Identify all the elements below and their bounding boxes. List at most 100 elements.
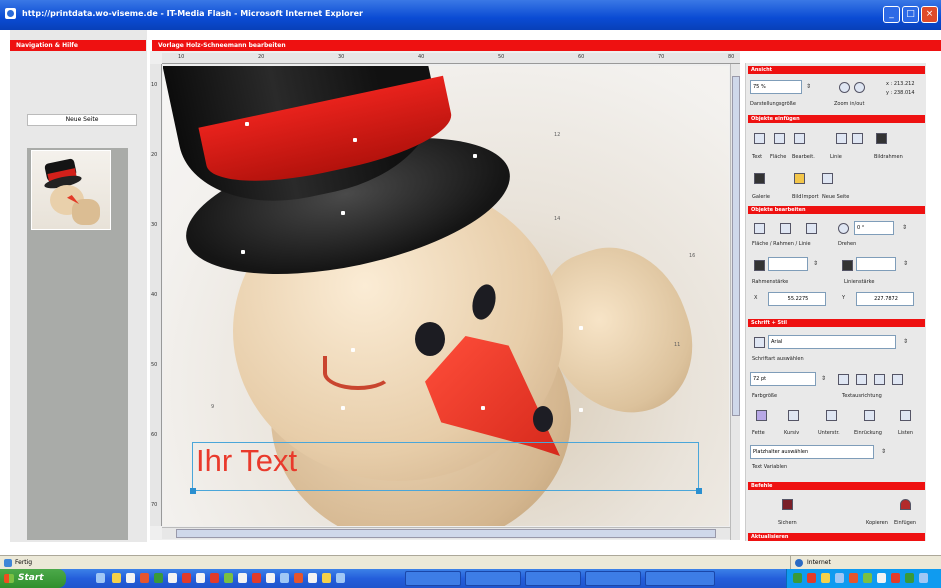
- font-select-arrow[interactable]: ⇕: [902, 335, 909, 349]
- quicklaunch-icon[interactable]: [266, 573, 275, 583]
- new-page-button[interactable]: Neue Seite: [27, 114, 137, 126]
- quicklaunch-icon[interactable]: [252, 573, 261, 583]
- taskbar-task[interactable]: [645, 571, 715, 586]
- tray-icon[interactable]: [919, 573, 928, 583]
- fill-color-icon[interactable]: [754, 223, 765, 234]
- y-position-input[interactable]: 227.7872: [856, 292, 914, 306]
- image-import-icon[interactable]: [794, 173, 805, 184]
- bold-icon[interactable]: [756, 410, 767, 421]
- quicklaunch-icon[interactable]: [182, 573, 191, 583]
- taskbar-task[interactable]: [525, 571, 581, 586]
- zoom-in-icon[interactable]: [839, 82, 850, 93]
- quicklaunch-icon[interactable]: [140, 573, 149, 583]
- zoom-stepper[interactable]: ⇕: [805, 80, 812, 94]
- tray-icon[interactable]: [807, 573, 816, 583]
- quicklaunch-icon[interactable]: [224, 573, 233, 583]
- quicklaunch-icon[interactable]: [112, 573, 121, 583]
- tray-icon[interactable]: [849, 573, 858, 583]
- view-header: Ansicht: [748, 66, 925, 74]
- taskbar-task[interactable]: [585, 571, 641, 586]
- font-size-stepper[interactable]: ⇕: [820, 372, 827, 386]
- save-icon[interactable]: [782, 499, 793, 510]
- tray-icon[interactable]: [905, 573, 914, 583]
- text-tool-icon[interactable]: [754, 133, 765, 144]
- tray-icon[interactable]: [835, 573, 844, 583]
- quicklaunch-icon[interactable]: [336, 573, 345, 583]
- copy-label[interactable]: Kopieren: [866, 520, 888, 526]
- rotate-stepper[interactable]: ⇕: [901, 221, 908, 235]
- align-right-icon[interactable]: [874, 374, 885, 385]
- ruler-label: 50: [498, 54, 505, 60]
- placeholder-select-arrow[interactable]: ⇕: [880, 445, 887, 459]
- resize-handle[interactable]: [696, 488, 702, 494]
- list-icon[interactable]: [900, 410, 911, 421]
- zoom-input[interactable]: 75 %: [750, 80, 802, 94]
- taskbar: Start: [0, 569, 941, 588]
- frame-width-input[interactable]: [768, 257, 808, 271]
- quicklaunch-icon[interactable]: [154, 573, 163, 583]
- resize-handle[interactable]: [190, 488, 196, 494]
- new-page-icon[interactable]: [822, 173, 833, 184]
- tray-icon[interactable]: [877, 573, 886, 583]
- taskbar-task[interactable]: [405, 571, 461, 586]
- line-width-stepper[interactable]: ⇕: [902, 257, 909, 271]
- x-position-input[interactable]: 55.2275: [768, 292, 826, 306]
- paste-label[interactable]: Einfügen: [894, 520, 916, 526]
- scrollbar-thumb[interactable]: [176, 529, 716, 538]
- quicklaunch-icon[interactable]: [280, 573, 289, 583]
- close-button[interactable]: ×: [921, 6, 938, 23]
- indent-icon[interactable]: [864, 410, 875, 421]
- rotate-icon[interactable]: [838, 223, 849, 234]
- start-button[interactable]: Start: [0, 569, 66, 588]
- scrollbar-thumb[interactable]: [732, 76, 740, 416]
- status-text: Fertig: [15, 559, 33, 566]
- quicklaunch-icon[interactable]: [294, 573, 303, 583]
- line-color-icon[interactable]: [806, 223, 817, 234]
- style-label: Fette: [752, 430, 765, 436]
- quicklaunch-icon[interactable]: [322, 573, 331, 583]
- underline-icon[interactable]: [826, 410, 837, 421]
- align-justify-icon[interactable]: [892, 374, 903, 385]
- font-size-input[interactable]: 72 pt: [750, 372, 816, 386]
- save-label[interactable]: Sichern: [778, 520, 797, 526]
- line-width-input[interactable]: [856, 257, 896, 271]
- copy-paste-icon[interactable]: [900, 499, 911, 510]
- tray-icon[interactable]: [793, 573, 802, 583]
- image-frame-icon[interactable]: [876, 133, 887, 144]
- horizontal-scrollbar[interactable]: [162, 527, 730, 539]
- line-tool-icon[interactable]: [852, 133, 863, 144]
- quicklaunch-icon[interactable]: [168, 573, 177, 583]
- line-tool-icon[interactable]: [836, 133, 847, 144]
- tray-icon[interactable]: [821, 573, 830, 583]
- quicklaunch-icon[interactable]: [96, 573, 105, 583]
- align-center-icon[interactable]: [856, 374, 867, 385]
- font-select[interactable]: Arial: [768, 335, 896, 349]
- frame-width-stepper[interactable]: ⇕: [812, 257, 819, 271]
- ruler-label: 10: [151, 82, 158, 88]
- quicklaunch-icon[interactable]: [308, 573, 317, 583]
- grid-marker: [579, 326, 583, 330]
- vertical-scrollbar[interactable]: [730, 64, 740, 540]
- tray-icon[interactable]: [863, 573, 872, 583]
- canvas-text[interactable]: Ihr Text: [196, 443, 297, 479]
- taskbar-task[interactable]: [465, 571, 521, 586]
- gallery-icon[interactable]: [754, 173, 765, 184]
- quicklaunch-icon[interactable]: [196, 573, 205, 583]
- quicklaunch-icon[interactable]: [210, 573, 219, 583]
- maximize-button[interactable]: □: [902, 6, 919, 23]
- quicklaunch-icon[interactable]: [126, 573, 135, 583]
- edit-tool-icon[interactable]: [794, 133, 805, 144]
- placeholder-select[interactable]: Platzhalter auswählen: [750, 445, 874, 459]
- ruler-label: 20: [151, 152, 158, 158]
- quicklaunch-icon[interactable]: [238, 573, 247, 583]
- italic-icon[interactable]: [788, 410, 799, 421]
- area-tool-icon[interactable]: [774, 133, 785, 144]
- align-left-icon[interactable]: [838, 374, 849, 385]
- page-thumbnail[interactable]: [31, 150, 111, 230]
- tray-icon[interactable]: [891, 573, 900, 583]
- rotate-label: Drehen: [838, 241, 857, 247]
- frame-color-icon[interactable]: [780, 223, 791, 234]
- zoom-out-icon[interactable]: [854, 82, 865, 93]
- minimize-button[interactable]: _: [883, 6, 900, 23]
- rotate-input[interactable]: 0 °: [854, 221, 894, 235]
